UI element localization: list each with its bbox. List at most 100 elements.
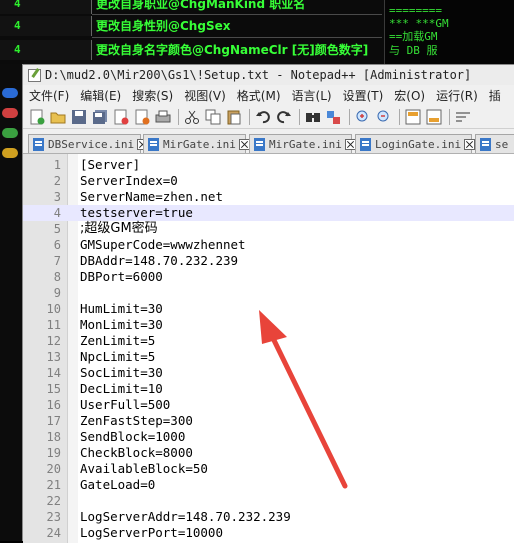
close-all-icon[interactable] xyxy=(134,109,150,125)
replace-icon[interactable] xyxy=(326,109,342,125)
editor-line[interactable]: 12 ZenLimit=5 xyxy=(23,333,514,349)
file-icon xyxy=(360,137,371,151)
tab-label: LoginGate.ini xyxy=(375,137,462,151)
tab-dbservice[interactable]: DBService.ini xyxy=(28,134,149,153)
background-right-line: ==加载GM xyxy=(389,30,438,43)
editor-line[interactable]: 7 DBAddr=148.70.232.239 xyxy=(23,253,514,269)
editor-line[interactable]: 22 xyxy=(23,493,514,509)
background-right-line: *** ***GM xyxy=(389,17,449,30)
editor-line[interactable]: 15 DecLimit=10 xyxy=(23,381,514,397)
menu-format[interactable]: 格式(M) xyxy=(231,87,286,104)
line-number: 7 xyxy=(53,254,61,268)
editor-line[interactable]: 6 GMSuperCode=wwwzhennet xyxy=(23,237,514,253)
text-editor[interactable]: 1 [Server] 2 ServerIndex=0 3 ServerName=zhen.… xyxy=(23,153,514,543)
editor-line[interactable]: 10 HumLimit=30 xyxy=(23,301,514,317)
code-text: ZenFastStep=300 xyxy=(80,413,193,428)
toolbar-separator xyxy=(178,108,179,125)
menu-macro[interactable]: 宏(O) xyxy=(388,87,430,104)
editor-line[interactable]: 4 testserver=true xyxy=(23,205,514,221)
editor-line[interactable]: 5 ;超级GM密码 xyxy=(23,221,514,237)
code-text: GateLoad=0 xyxy=(80,477,156,492)
save-all-icon[interactable] xyxy=(92,109,108,125)
tab-logingate[interactable]: LoginGate.ini xyxy=(355,134,476,153)
line-number: 21 xyxy=(46,478,61,492)
line-number: 4 xyxy=(53,206,61,220)
open-file-icon[interactable] xyxy=(50,109,66,125)
tab-bar: DBService.ini MirGate.ini MirGate.ini Lo… xyxy=(23,131,514,153)
zoom-in-icon[interactable] xyxy=(355,109,371,125)
background-row-text: 更改自身性别@ChgSex xyxy=(96,19,231,33)
new-file-icon[interactable] xyxy=(29,109,45,125)
tab-setup[interactable]: se xyxy=(475,134,514,153)
save-icon[interactable] xyxy=(71,109,87,125)
code-text: DBPort=6000 xyxy=(80,269,163,284)
editor-line[interactable]: 1 [Server] xyxy=(23,157,514,173)
editor-line[interactable]: 3 ServerName=zhen.net xyxy=(23,189,514,205)
line-number: 3 xyxy=(53,190,61,204)
menu-language[interactable]: 语言(L) xyxy=(286,87,337,104)
background-script-window: 4 更改自身职业@ChgManKind 职业名 4 更改自身性别@ChgSex … xyxy=(0,0,514,64)
divider xyxy=(92,14,382,15)
menu-file[interactable]: 文件(F) xyxy=(23,87,74,104)
copy-icon[interactable] xyxy=(205,109,221,125)
code-text: SendBlock=1000 xyxy=(80,429,186,444)
editor-line[interactable]: 9 xyxy=(23,285,514,301)
background-icon xyxy=(2,128,18,138)
redo-icon[interactable] xyxy=(276,109,292,125)
sync-horizontal-icon[interactable] xyxy=(426,109,442,125)
code-text: DecLimit=10 xyxy=(80,381,163,396)
editor-line[interactable]: 20 AvailableBlock=50 xyxy=(23,461,514,477)
sync-vertical-icon[interactable] xyxy=(405,109,421,125)
line-number: 10 xyxy=(46,302,61,316)
code-text: testserver=true xyxy=(80,205,193,220)
word-wrap-icon[interactable] xyxy=(455,109,471,125)
editor-line[interactable]: 23 LogServerAddr=148.70.232.239 xyxy=(23,509,514,525)
close-file-icon[interactable] xyxy=(113,109,129,125)
tab-mirgate-1[interactable]: MirGate.ini xyxy=(143,134,250,153)
line-number: 6 xyxy=(53,238,61,252)
background-right-line: ======== xyxy=(389,4,442,17)
line-number: 9 xyxy=(53,286,61,300)
background-row-number: 4 xyxy=(0,16,92,36)
title-bar[interactable]: D:\mud2.0\Mir200\Gs1\!Setup.txt - Notepa… xyxy=(23,65,514,85)
toolbar-separator xyxy=(249,108,250,125)
undo-icon[interactable] xyxy=(255,109,271,125)
tab-label: MirGate.ini xyxy=(269,137,342,151)
menu-edit[interactable]: 编辑(E) xyxy=(74,87,126,104)
menu-plugins[interactable]: 插 xyxy=(483,87,506,104)
line-number: 18 xyxy=(46,430,61,444)
print-icon[interactable] xyxy=(155,109,171,125)
editor-line[interactable]: 8 DBPort=6000 xyxy=(23,269,514,285)
line-number: 5 xyxy=(53,222,61,236)
editor-line[interactable]: 19 CheckBlock=8000 xyxy=(23,445,514,461)
line-number: 19 xyxy=(46,446,61,460)
background-row-number: 4 xyxy=(0,0,92,14)
menu-view[interactable]: 视图(V) xyxy=(178,87,231,104)
find-icon[interactable] xyxy=(305,109,321,125)
code-text: DBAddr=148.70.232.239 xyxy=(80,253,239,268)
editor-line[interactable]: 21 GateLoad=0 xyxy=(23,477,514,493)
editor-line[interactable]: 24 LogServerPort=10000 xyxy=(23,525,514,541)
close-icon[interactable] xyxy=(464,138,476,150)
cut-icon[interactable] xyxy=(184,109,200,125)
line-number: 13 xyxy=(46,350,61,364)
editor-line[interactable]: 13 NpcLimit=5 xyxy=(23,349,514,365)
tab-mirgate-2[interactable]: MirGate.ini xyxy=(249,134,356,153)
menu-settings[interactable]: 设置(T) xyxy=(337,87,389,104)
editor-line[interactable]: 18 SendBlock=1000 xyxy=(23,429,514,445)
zoom-out-icon[interactable] xyxy=(376,109,392,125)
background-icon xyxy=(2,148,18,158)
editor-line[interactable]: 14 SocLimit=30 xyxy=(23,365,514,381)
menu-run[interactable]: 运行(R) xyxy=(430,87,483,104)
toolbar-separator xyxy=(399,108,400,125)
editor-line[interactable]: 16 UserFull=500 xyxy=(23,397,514,413)
editor-line[interactable]: 11 MonLimit=30 xyxy=(23,317,514,333)
tab-label: se xyxy=(495,137,509,151)
menu-search[interactable]: 搜索(S) xyxy=(126,87,178,104)
editor-line[interactable]: 17 ZenFastStep=300 xyxy=(23,413,514,429)
code-text: MonLimit=30 xyxy=(80,317,163,332)
editor-line[interactable]: 2 ServerIndex=0 xyxy=(23,173,514,189)
file-icon xyxy=(254,137,265,151)
line-number: 23 xyxy=(46,510,61,524)
paste-icon[interactable] xyxy=(226,109,242,125)
